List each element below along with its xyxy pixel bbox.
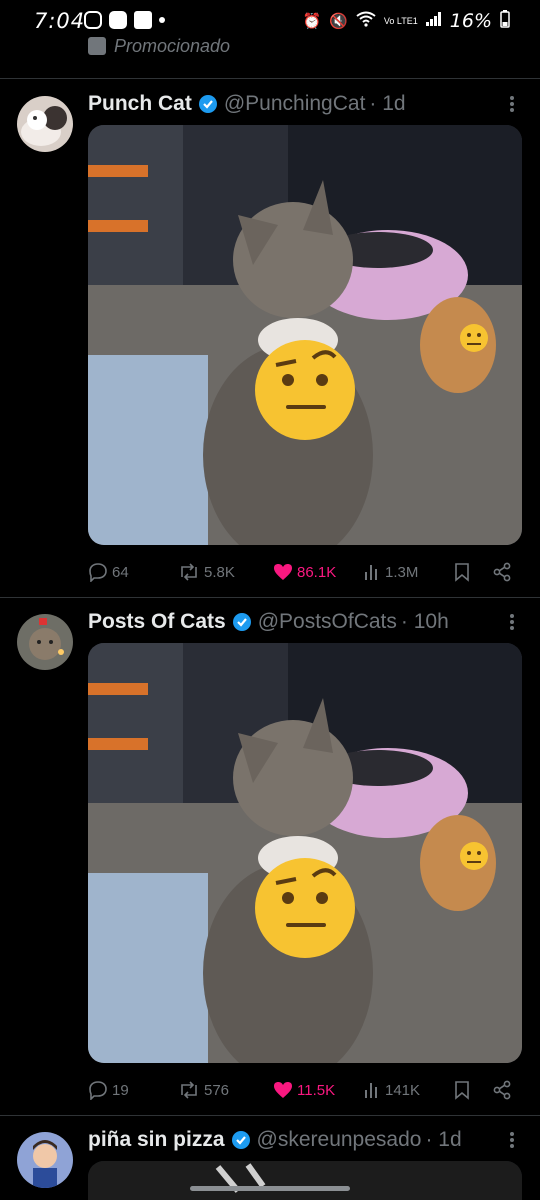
network-label: Vo LTE1 [383,15,418,26]
views-count: 141K [385,1081,421,1099]
post-image[interactable] [88,1161,522,1200]
heart-filled-icon [274,1082,292,1098]
repost-button[interactable]: 576 [178,1078,229,1102]
repost-count: 576 [204,1081,230,1099]
divider [0,597,540,598]
reply-icon [89,1081,107,1100]
author-name[interactable]: piña sin pizza [88,1128,225,1152]
avatar[interactable] [17,614,73,670]
views-button[interactable]: 141K [363,1078,420,1102]
views-icon [365,565,377,580]
like-button[interactable]: 86.1K [273,560,336,584]
verified-badge-icon [232,613,251,631]
views-icon [365,1083,377,1098]
reply-count: 64 [112,563,129,581]
author-handle[interactable]: @PostsOfCats [258,610,397,634]
views-button[interactable]: 1.3M [363,560,418,584]
repost-icon [181,563,197,581]
bookmark-icon [455,1081,469,1100]
home-indicator[interactable] [190,1186,350,1191]
author-name[interactable]: Posts Of Cats [88,610,226,634]
heart-filled-icon [274,564,292,580]
post-header: Punch Cat @PunchingCat · 1d [88,90,406,118]
share-icon [493,562,511,582]
post-header: piña sin pizza @skereunpesado · 1d [88,1126,462,1154]
like-count: 11.5K [297,1081,336,1099]
divider [0,78,540,79]
more-options-icon[interactable] [503,612,521,632]
reply-button[interactable]: 64 [88,560,129,584]
reply-count: 19 [112,1081,129,1099]
battery-percent: 16% [449,10,492,32]
share-button[interactable] [492,560,512,584]
repost-count: 5.8K [204,563,235,581]
verified-badge-icon [231,1131,250,1149]
share-button[interactable] [492,1078,512,1102]
notification-icons [84,11,165,29]
author-name[interactable]: Punch Cat [88,92,192,116]
instagram-icon [84,11,102,29]
status-time: 7:04 [34,9,86,33]
bookmark-button[interactable] [454,560,470,584]
reply-button[interactable]: 19 [88,1078,129,1102]
alarm-icon: ⏰ [302,13,322,30]
post-time[interactable]: · 1d [369,92,405,116]
more-notifications-icon [159,17,165,23]
views-count: 1.3M [385,563,419,581]
avatar[interactable] [17,1132,73,1188]
reply-icon [89,563,107,582]
post-header: Posts Of Cats @PostsOfCats · 10h [88,608,449,636]
more-options-icon[interactable] [503,1130,521,1150]
divider [0,1115,540,1116]
author-handle[interactable]: @skereunpesado [257,1128,422,1152]
more-options-icon[interactable] [503,94,521,114]
battery-icon [500,10,510,32]
post-image[interactable] [88,125,522,545]
post-time[interactable]: · 1d [425,1128,461,1152]
webtoon-icon [109,11,127,29]
like-count: 86.1K [297,563,337,581]
system-icons: ⏰ 🔇 Vo LTE1 16% [303,10,510,32]
post-punch-cat[interactable]: Punch Cat @PunchingCat · 1d 64 5.8K 86.1… [0,88,540,598]
mute-icon: 🔇 [329,13,348,30]
signal-icon [425,12,442,30]
status-bar: 7:04 ⏰ 🔇 Vo LTE1 16% [0,0,540,40]
repost-button[interactable]: 5.8K [178,560,235,584]
post-actions: 19 576 11.5K 141K [88,1078,522,1102]
verified-badge-icon [198,95,217,113]
author-handle[interactable]: @PunchingCat [224,92,366,116]
share-icon [493,1080,511,1100]
promoted-label: Promocionado [88,34,230,58]
post-image[interactable] [88,643,522,1063]
post-posts-of-cats[interactable]: Posts Of Cats @PostsOfCats · 10h 19 576 … [0,606,540,1116]
wifi-icon [356,11,376,31]
promoted-icon [88,37,106,55]
repost-icon [181,1081,197,1099]
facebook-icon [134,11,152,29]
avatar[interactable] [17,96,73,152]
bookmark-icon [455,563,469,582]
post-actions: 64 5.8K 86.1K 1.3M [88,560,522,584]
post-time[interactable]: · 10h [401,610,449,634]
like-button[interactable]: 11.5K [273,1078,335,1102]
bookmark-button[interactable] [454,1078,470,1102]
